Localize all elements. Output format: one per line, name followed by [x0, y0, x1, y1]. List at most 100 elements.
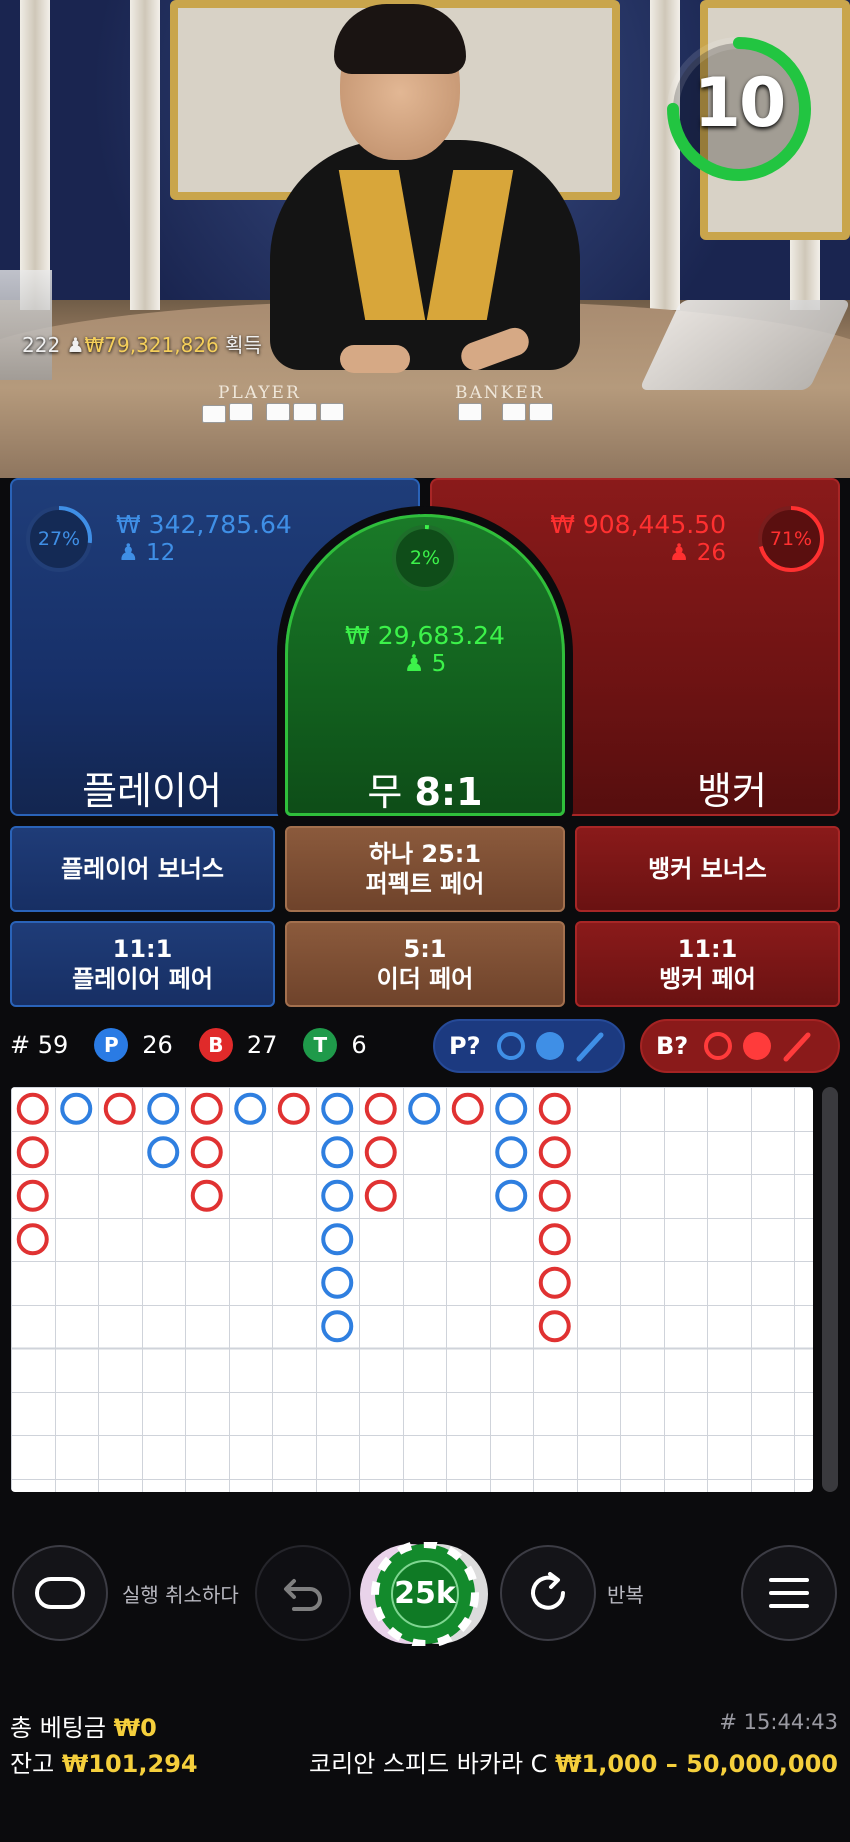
balance-label: 잔고	[10, 1750, 55, 1778]
big-road-mark	[538, 1266, 571, 1299]
balance-value: ₩101,294	[61, 1750, 198, 1778]
big-road-mark	[364, 1136, 397, 1169]
table-banker-label: BANKER	[455, 383, 545, 403]
player-percent: 27%	[37, 528, 81, 550]
banker-bonus-bet[interactable]: 뱅커 보너스	[575, 826, 840, 912]
big-road-mark	[321, 1266, 354, 1299]
big-road-mark	[538, 1092, 571, 1125]
big-road-mark	[538, 1223, 571, 1256]
total-bet-value: ₩0	[113, 1714, 157, 1742]
repeat-button[interactable]	[500, 1545, 596, 1641]
tie-bettors: ♟ 5	[403, 651, 447, 677]
tie-total-stake: ₩ 29,683.24	[345, 621, 505, 650]
big-road-mark	[190, 1092, 223, 1125]
big-road-mark	[364, 1092, 397, 1125]
banker-wins-badge: B	[198, 1028, 233, 1062]
game-id: # 15:44:43	[719, 1710, 838, 1734]
big-road-mark	[321, 1179, 354, 1212]
big-road-mark	[190, 1136, 223, 1169]
player-prediction-icons	[496, 1032, 604, 1062]
player-label: 플레이어	[82, 769, 222, 813]
tie-percent: 2%	[409, 547, 441, 569]
banker-label: 뱅커	[697, 769, 767, 813]
big-road-mark	[277, 1092, 310, 1125]
big-road-mark	[147, 1092, 180, 1125]
person-icon: ♟	[403, 651, 425, 677]
big-road-mark	[364, 1179, 397, 1212]
either-pair-bet[interactable]: 5:1 이더 페어	[285, 921, 565, 1007]
bet-limits: ₩1,000 – 50,000,000	[555, 1750, 838, 1778]
big-road-mark	[321, 1310, 354, 1343]
undo-last-bet-button[interactable]	[255, 1545, 351, 1641]
repeat-arrow-icon	[531, 1572, 565, 1610]
roadmap-scrollbar[interactable]	[822, 1087, 838, 1492]
live-video-feed: PLAYER BANKER 222 ♟₩79,321,826 획득 10	[0, 0, 850, 478]
person-icon: ♟	[118, 540, 139, 566]
recent-winners: 222 ♟₩79,321,826 획득	[22, 329, 262, 358]
hamburger-menu-icon	[769, 1578, 809, 1608]
big-road-mark	[538, 1179, 571, 1212]
winners-amount: ₩79,321,826	[84, 333, 219, 357]
tie-bet-area[interactable]: 2% ₩ 29,683.24 ♟ 5 무 8:1	[285, 514, 565, 816]
player-prediction-button[interactable]: P?	[433, 1019, 625, 1073]
tie-wins-count: 6	[351, 1031, 367, 1059]
player-bettors: ♟ 12	[118, 540, 176, 566]
winners-suffix: 획득	[225, 333, 262, 357]
big-road-mark	[321, 1092, 354, 1125]
big-road-mark	[16, 1136, 49, 1169]
banker-pair-bet[interactable]: 11:1 뱅커 페어	[575, 921, 840, 1007]
winners-count: 222	[22, 333, 61, 357]
big-road-mark	[451, 1092, 484, 1125]
total-bet-label: 총 베팅금	[10, 1714, 106, 1742]
banker-bettors: ♟ 26	[668, 540, 726, 566]
repeat-label: 반복	[607, 1583, 644, 1607]
person-icon: ♟	[668, 540, 690, 566]
big-road-mark	[321, 1223, 354, 1256]
balance: 잔고 ₩101,294	[10, 1744, 198, 1779]
big-road-mark	[408, 1092, 441, 1125]
round-number: # 59	[10, 1031, 69, 1059]
big-road-mark	[495, 1179, 528, 1212]
undo-label: 실행 취소하다	[122, 1583, 239, 1607]
big-road-mark	[60, 1092, 93, 1125]
banker-wins-count: 27	[246, 1031, 278, 1059]
big-road-mark	[234, 1092, 267, 1125]
player-bonus-bet[interactable]: 플레이어 보너스	[10, 826, 275, 912]
countdown-timer-value: 10	[693, 64, 787, 143]
banker-prediction-icons	[704, 1032, 811, 1062]
big-road-mark	[16, 1179, 49, 1212]
big-road-mark	[147, 1136, 180, 1169]
table-info: 코리안 스피드 바카라 C ₩1,000 – 50,000,000	[309, 1744, 838, 1779]
player-pair-bet[interactable]: 11:1 플레이어 페어	[10, 921, 275, 1007]
banker-percent: 71%	[769, 528, 813, 550]
tie-label: 무 8:1	[367, 770, 483, 814]
banker-total-stake: ₩ 908,445.50	[550, 510, 726, 539]
chip-selector[interactable]: 25k	[360, 1540, 490, 1648]
chat-bubble-icon	[35, 1577, 85, 1609]
undo-arrow-icon	[284, 1579, 322, 1611]
big-road-mark	[16, 1092, 49, 1125]
big-road-mark	[495, 1136, 528, 1169]
big-road-mark	[103, 1092, 136, 1125]
undo-button[interactable]	[12, 1545, 108, 1641]
banker-prediction-button[interactable]: B?	[640, 1019, 840, 1073]
roadmap-grid	[11, 1087, 813, 1492]
big-road-mark	[321, 1136, 354, 1169]
person-icon: ♟	[66, 333, 85, 357]
roadmap-scoreboard[interactable]	[11, 1087, 813, 1492]
perfect-pair-bet[interactable]: 하나 25:1 퍼펙트 페어	[285, 826, 565, 912]
menu-button[interactable]	[741, 1545, 837, 1641]
player-wins-count: 26	[142, 1031, 173, 1059]
round-statistics: # 59 P 26 B 27 T 6	[10, 1020, 367, 1070]
selected-chip-value: 25k	[394, 1576, 456, 1611]
big-road-mark	[538, 1310, 571, 1343]
big-road-mark	[190, 1179, 223, 1212]
big-road-mark	[16, 1223, 49, 1256]
big-road-mark	[538, 1136, 571, 1169]
tie-wins-badge: T	[303, 1028, 338, 1062]
table-name: 코리안 스피드 바카라 C	[309, 1750, 548, 1778]
player-wins-badge: P	[94, 1028, 129, 1062]
table-player-label: PLAYER	[218, 383, 301, 403]
total-bet: 총 베팅금 ₩0	[10, 1708, 157, 1743]
big-road-mark	[495, 1092, 528, 1125]
